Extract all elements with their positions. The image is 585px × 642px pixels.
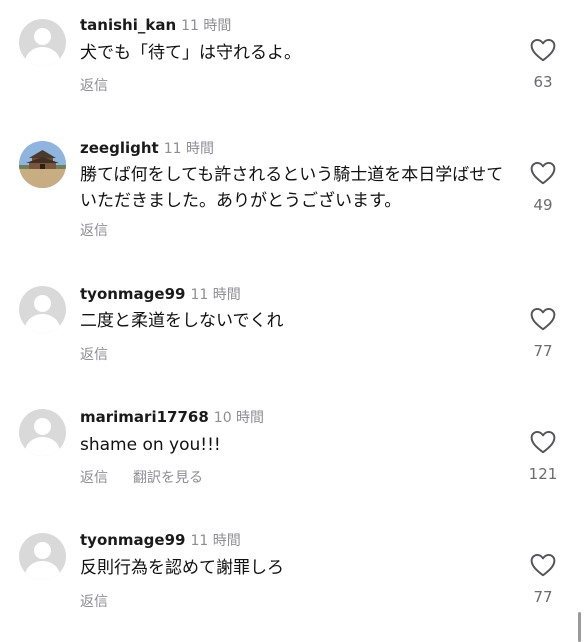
comment-time: 11 時間: [190, 533, 241, 549]
avatar[interactable]: [19, 286, 66, 333]
comment-time: 11 時間: [163, 141, 214, 157]
comment-text: 反則行為を認めて謝罪しろ: [80, 558, 284, 578]
comment-username[interactable]: zeeglight: [80, 139, 159, 157]
avatar[interactable]: [19, 533, 66, 580]
comment-header: tanishi_kan 11 時間: [80, 15, 231, 36]
avatar-head-shape: [34, 28, 51, 45]
avatar[interactable]: [19, 141, 66, 188]
heart-outline-icon: [530, 38, 556, 62]
scrollbar[interactable]: [578, 612, 581, 642]
like-button[interactable]: 121: [520, 430, 566, 483]
like-count: 77: [533, 588, 553, 606]
like-button[interactable]: 77: [520, 553, 566, 606]
avatar-head-shape: [34, 295, 51, 312]
comment-username[interactable]: tyonmage99: [80, 285, 185, 303]
comment-time: 11 時間: [190, 287, 241, 303]
like-count: 63: [533, 73, 553, 91]
temple-photo-image: [19, 141, 66, 188]
avatar-body-shape: [25, 314, 60, 333]
heart-outline-icon: [530, 430, 556, 454]
like-button[interactable]: 63: [520, 38, 566, 91]
avatar[interactable]: [19, 409, 66, 456]
heart-outline-icon: [530, 553, 556, 577]
like-button[interactable]: 77: [520, 307, 566, 360]
avatar[interactable]: [19, 19, 66, 66]
comment-actions: 返信: [80, 346, 108, 364]
comment-actions: 返信 翻訳を見る: [80, 469, 203, 487]
reply-button[interactable]: 返信: [80, 78, 108, 94]
comment-text: 勝てば何をしても許されるという騎士道を本日学ばせていただきました。ありがとうござ…: [80, 165, 504, 211]
comment-time: 10 時間: [213, 410, 265, 426]
avatar-body-shape: [25, 561, 60, 580]
reply-button[interactable]: 返信: [80, 347, 108, 363]
avatar-head-shape: [34, 542, 51, 559]
like-count: 121: [528, 465, 558, 483]
comment-username[interactable]: marimari17768: [80, 408, 209, 426]
comment-text: 犬でも「待て」は守れるよ。: [80, 43, 301, 63]
reply-button[interactable]: 返信: [80, 223, 108, 239]
avatar-head-shape: [34, 418, 51, 435]
heart-outline-icon: [530, 161, 556, 185]
like-count: 77: [533, 342, 553, 360]
comment-header: marimari17768 10 時間: [80, 407, 264, 428]
comment-header: tyonmage99 11 時間: [80, 284, 241, 305]
comment-text: 二度と柔道をしないでくれ: [80, 311, 284, 331]
reply-button[interactable]: 返信: [80, 594, 108, 610]
avatar-body-shape: [25, 47, 60, 66]
comment-actions: 返信: [80, 77, 108, 95]
comment-time: 11 時間: [181, 18, 232, 34]
heart-outline-icon: [530, 307, 556, 331]
like-button[interactable]: 49: [520, 161, 566, 214]
avatar-body-shape: [25, 437, 60, 456]
comment-header: zeeglight 11 時間: [80, 138, 214, 159]
comment-username[interactable]: tanishi_kan: [80, 16, 176, 34]
like-count: 49: [533, 196, 553, 214]
comment-text: shame on you!!!: [80, 435, 221, 455]
comment-header: tyonmage99 11 時間: [80, 530, 241, 551]
reply-button[interactable]: 返信: [80, 470, 108, 486]
comment-username[interactable]: tyonmage99: [80, 531, 185, 549]
comment-actions: 返信: [80, 593, 108, 611]
translate-button[interactable]: 翻訳を見る: [133, 470, 203, 486]
comment-actions: 返信: [80, 222, 108, 240]
